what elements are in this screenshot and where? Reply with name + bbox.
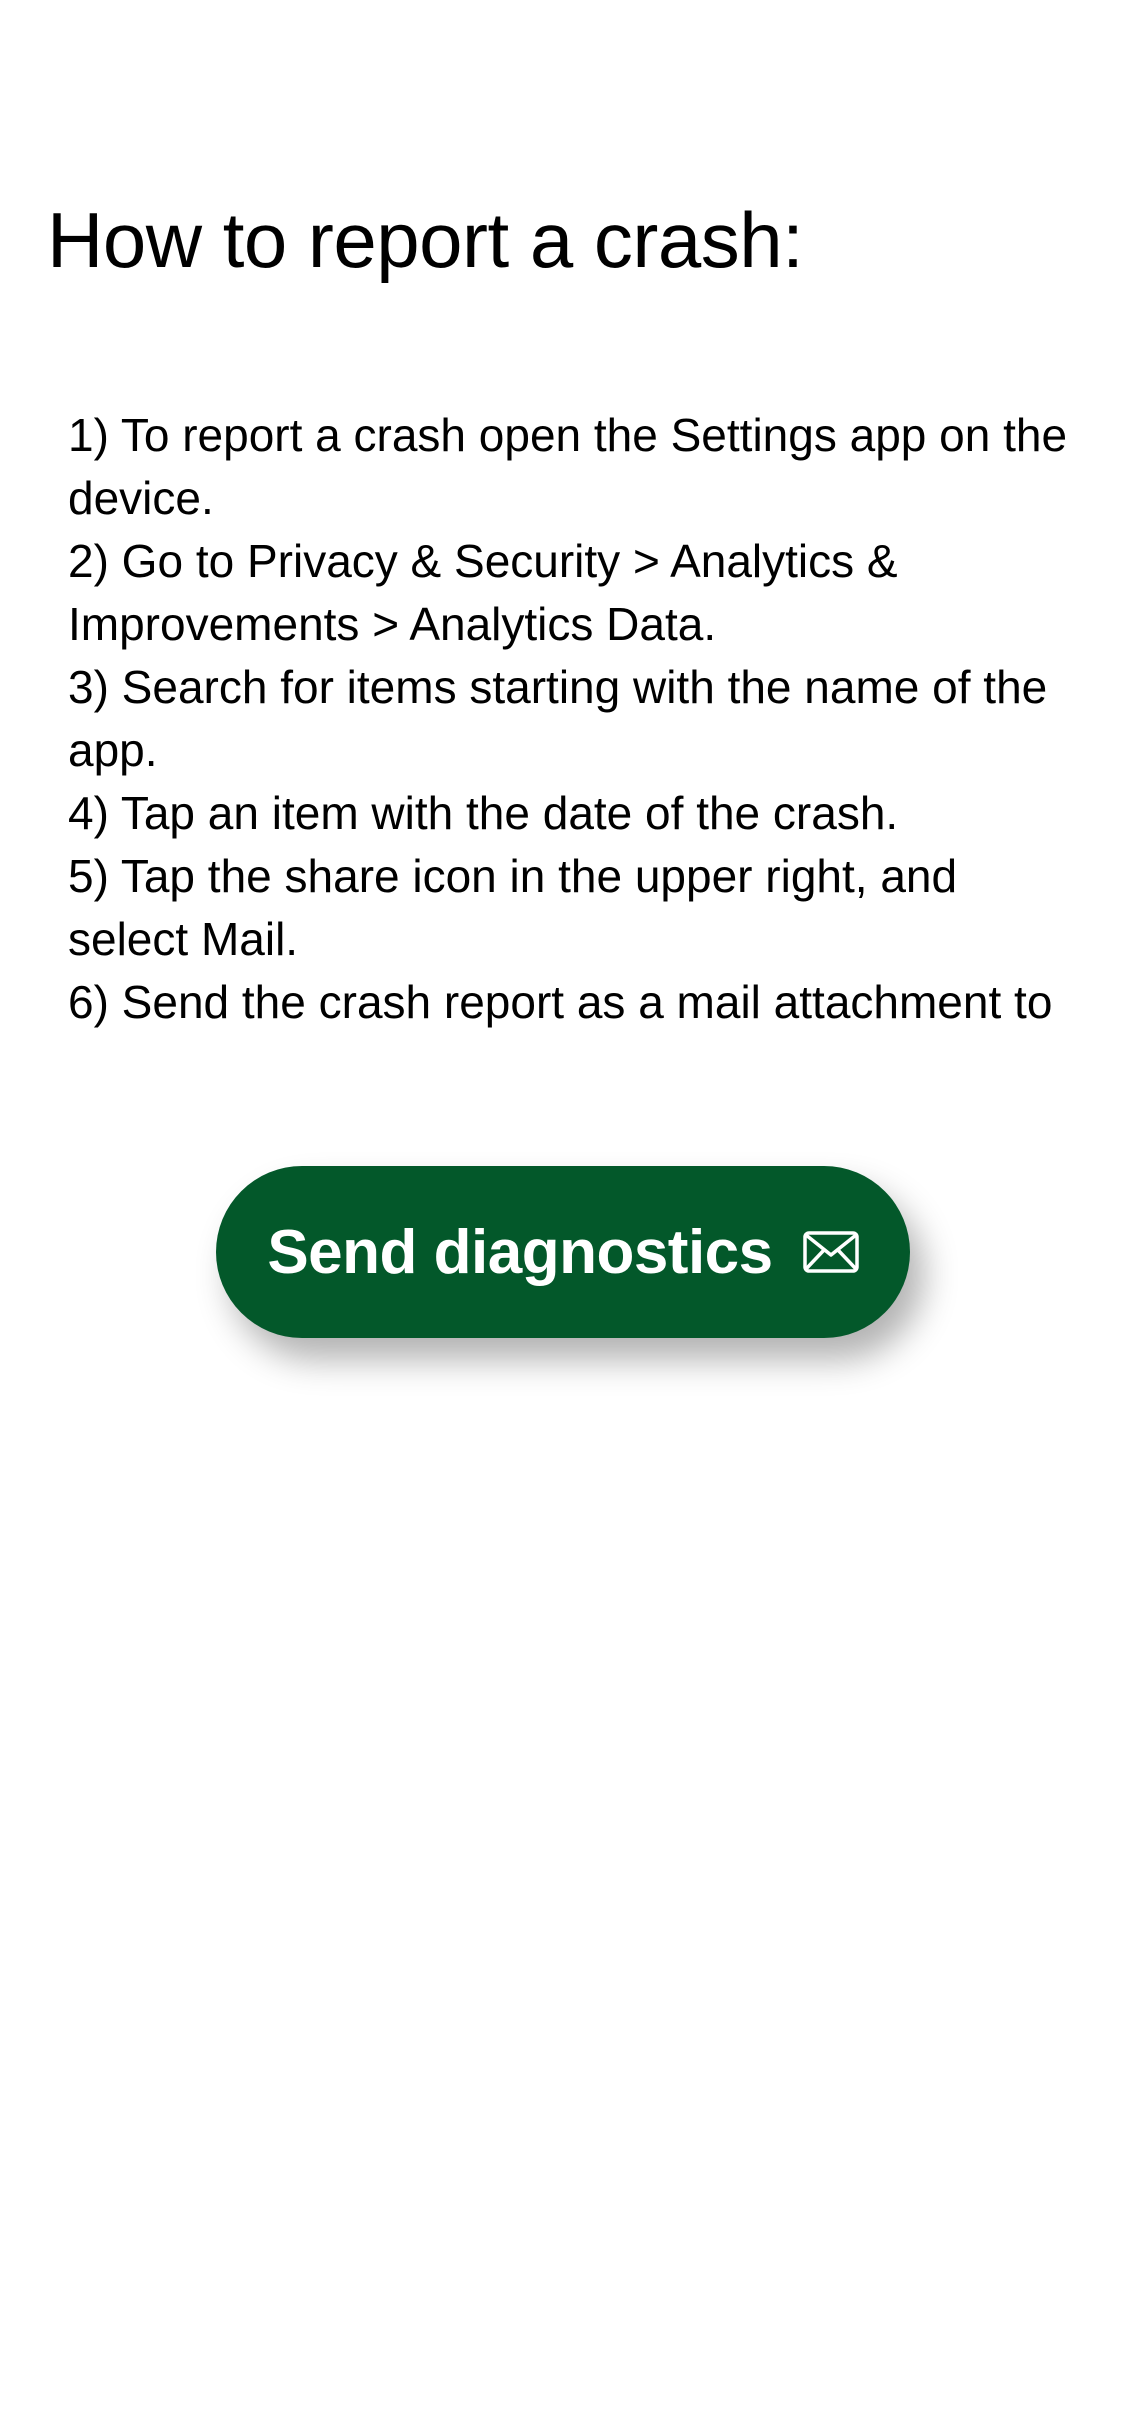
send-diagnostics-label: Send diagnostics <box>267 1217 773 1287</box>
send-diagnostics-button[interactable]: Send diagnostics <box>216 1166 910 1338</box>
instruction-step: 4) Tap an item with the date of the cras… <box>68 787 899 839</box>
instruction-step: 1) To report a crash open the Settings a… <box>68 409 1068 524</box>
instruction-list: 1) To report a crash open the Settings a… <box>68 404 1078 1034</box>
instruction-step: 6) Send the crash report as a mail attac… <box>68 976 1053 1028</box>
instruction-step: 2) Go to Privacy & Security > Analytics … <box>68 535 898 650</box>
instruction-step: 3) Search for items starting with the na… <box>68 661 1048 776</box>
instruction-step: 5) Tap the share icon in the upper right… <box>68 850 958 965</box>
page-title: How to report a crash: <box>47 196 804 284</box>
envelope-icon <box>802 1231 859 1273</box>
